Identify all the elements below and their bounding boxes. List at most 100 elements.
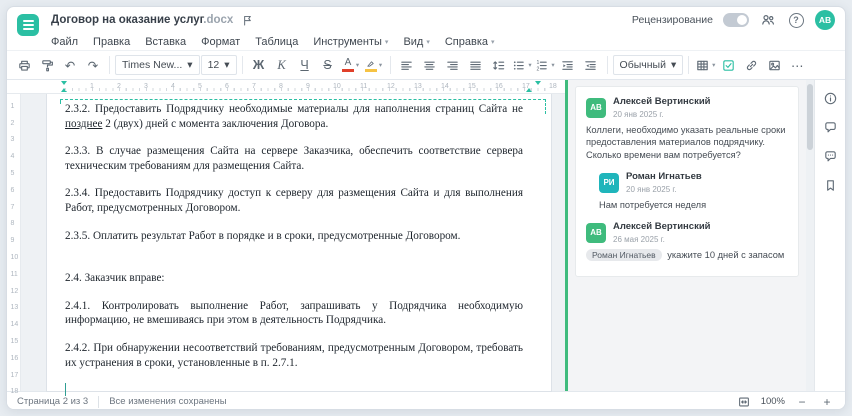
menu-edit[interactable]: Правка (93, 36, 130, 48)
menu-help[interactable]: Справка ▾ (445, 36, 495, 48)
horizontal-ruler[interactable]: 1 2 3 4 5 6 7 8 9 10 11 12 13 14 15 16 17 18 (7, 80, 565, 94)
toggle-knob (737, 15, 747, 25)
print-button[interactable] (13, 54, 35, 76)
numbered-list-button[interactable]: 12 ▾ (534, 54, 556, 76)
document-text: 2.3.2. Предоставить Подрядчику необходим… (65, 102, 523, 370)
content-area: 1 2 3 4 5 6 7 8 9 10 11 12 13 14 15 16 17 18 1 2 3 4 5 6 7 8 9 10 1… (7, 80, 845, 397)
comment-text: Роман Игнатьев укажите 10 дней с запасом (586, 248, 788, 262)
ruler-number: 2 (117, 82, 121, 90)
increase-indent-button[interactable] (580, 54, 602, 76)
insert-link-button[interactable] (740, 54, 762, 76)
paragraph[interactable]: 2.4.1. Контролировать выполнение Работ, … (65, 299, 523, 328)
paragraph[interactable]: 2.4.2. При обнаружении несоответствий тр… (65, 341, 523, 370)
review-toggle[interactable] (723, 13, 749, 27)
chat-icon[interactable] (821, 147, 839, 165)
zoom-in-button[interactable]: + (819, 394, 835, 410)
document-page[interactable]: 2.3.2. Предоставить Подрядчику необходим… (47, 94, 551, 397)
redo-button[interactable]: ↷ (82, 54, 104, 76)
user-avatar[interactable]: АВ (815, 10, 835, 30)
tab-stop-marker[interactable] (535, 81, 541, 85)
highlight-color-button[interactable]: ▾ (363, 54, 385, 76)
align-center-button[interactable] (419, 54, 441, 76)
favorite-flag-icon[interactable] (241, 14, 254, 27)
bold-button[interactable]: Ж (248, 54, 270, 76)
document-title: Договор на оказание услуг.docx (51, 14, 234, 26)
zoom-level[interactable]: 100% (761, 396, 785, 407)
checkbox-button[interactable] (717, 54, 739, 76)
align-right-button[interactable] (442, 54, 464, 76)
paragraph[interactable]: 2.3.3. В случае размещения Сайта на серв… (65, 144, 523, 173)
comment-avatar: АВ (586, 97, 606, 118)
font-family-select[interactable]: Times New... ▾ (115, 55, 200, 75)
ruler-number: 5 (198, 82, 202, 90)
right-sidebar-strip (814, 80, 845, 391)
first-line-indent-marker[interactable] (61, 81, 67, 85)
comment-text: Коллеги, необходимо указать реальные сро… (586, 124, 786, 160)
app-window: Договор на оказание услуг.docx Рецензиро… (6, 6, 846, 410)
ruler-number: 3 (10, 136, 15, 144)
comment-date: 20 янв 2025 г. (613, 109, 664, 119)
ruler-number: 15 (468, 82, 476, 90)
font-size-select[interactable]: 12 ▾ (200, 55, 237, 75)
comment-item[interactable]: АВ Алексей Вертинский 20 янв 2025 г. Коллег… (586, 97, 788, 161)
comments-icon[interactable] (821, 118, 839, 136)
ruler-number: 9 (306, 82, 310, 90)
collaboration-users-icon[interactable] (759, 11, 777, 29)
paragraph[interactable]: 2.3.5. Оплатить результат Работ в порядк… (65, 229, 523, 244)
mention-chip[interactable]: Роман Игнатьев (586, 248, 662, 261)
ruler-number: 6 (10, 186, 15, 194)
paragraph[interactable]: 2.3.4. Предоставить Подрядчику доступ к … (65, 186, 523, 215)
left-indent-marker[interactable] (61, 88, 67, 92)
page-indicator[interactable]: Страница 2 из 3 (17, 396, 88, 407)
menu-insert[interactable]: Вставка (145, 36, 186, 48)
app-logo-menu-icon[interactable] (17, 14, 39, 36)
paragraph-style-select[interactable]: Обычный ▾ (612, 55, 684, 75)
decrease-indent-button[interactable] (557, 54, 579, 76)
strikethrough-button[interactable]: S (317, 54, 339, 76)
highlight-color-swatch (364, 68, 377, 72)
menu-format[interactable]: Формат (201, 36, 240, 48)
ruler-number: 18 (10, 388, 19, 396)
bookmark-icon[interactable] (821, 176, 839, 194)
menu-table[interactable]: Таблица (255, 36, 298, 48)
ruler-number: 14 (10, 321, 19, 329)
undo-button[interactable]: ↶ (59, 54, 81, 76)
paragraph[interactable]: 2.4. Заказчик вправе: (65, 271, 523, 286)
align-justify-button[interactable] (465, 54, 487, 76)
ruler-number: 6 (225, 82, 229, 90)
ruler-number: 11 (360, 82, 368, 90)
ruler-number: 5 (10, 170, 15, 177)
insert-image-button[interactable] (763, 54, 785, 76)
font-color-swatch (341, 69, 354, 72)
more-tools-button[interactable]: ⋯ (786, 54, 808, 76)
comment-author: Роман Игнатьев (626, 171, 702, 182)
vertical-scrollbar[interactable] (806, 80, 814, 391)
font-color-button[interactable]: А ▾ (340, 54, 362, 76)
right-indent-marker[interactable] (526, 88, 532, 92)
comment-avatar: АВ (586, 222, 606, 243)
insert-table-button[interactable]: ▾ (694, 54, 716, 76)
paragraph[interactable]: 2.3.2. Предоставить Подрядчику необходим… (65, 102, 523, 131)
comment-thread: АВ Алексей Вертинский 20 янв 2025 г. Коллег… (575, 86, 799, 277)
editor-area: 1 2 3 4 5 6 7 8 9 10 11 12 13 14 15 16 17 18 1 2 3 4 5 6 7 8 9 10 1… (7, 80, 565, 397)
ruler-number: 3 (144, 82, 148, 90)
italic-button[interactable]: К (271, 54, 293, 76)
comment-item[interactable]: РИ Роман Игнатьев 20 янв 2025 г. Нам потреб… (586, 172, 788, 211)
line-spacing-button[interactable] (488, 54, 510, 76)
copy-style-button[interactable] (36, 54, 58, 76)
ruler-number: 16 (495, 82, 503, 90)
fit-width-icon[interactable] (736, 394, 752, 410)
underline-button[interactable]: Ч (294, 54, 316, 76)
zoom-out-button[interactable]: − (794, 394, 810, 410)
scrollbar-thumb[interactable] (807, 84, 813, 150)
align-left-button[interactable] (396, 54, 418, 76)
menu-view[interactable]: Вид ▾ (403, 36, 429, 48)
vertical-ruler[interactable]: 1 2 3 4 5 6 7 8 9 10 11 12 13 14 15 16 17 18 (7, 94, 21, 395)
menu-tools[interactable]: Инструменты ▾ (313, 36, 388, 48)
help-icon[interactable]: ? (787, 11, 805, 29)
ruler-number: 17 (10, 371, 19, 379)
comment-item[interactable]: АВ Алексей Вертинский 26 мая 2025 г. Роман … (586, 222, 788, 261)
info-icon[interactable] (821, 89, 839, 107)
bullet-list-button[interactable]: ▾ (511, 54, 533, 76)
menu-file[interactable]: Файл (51, 36, 78, 48)
